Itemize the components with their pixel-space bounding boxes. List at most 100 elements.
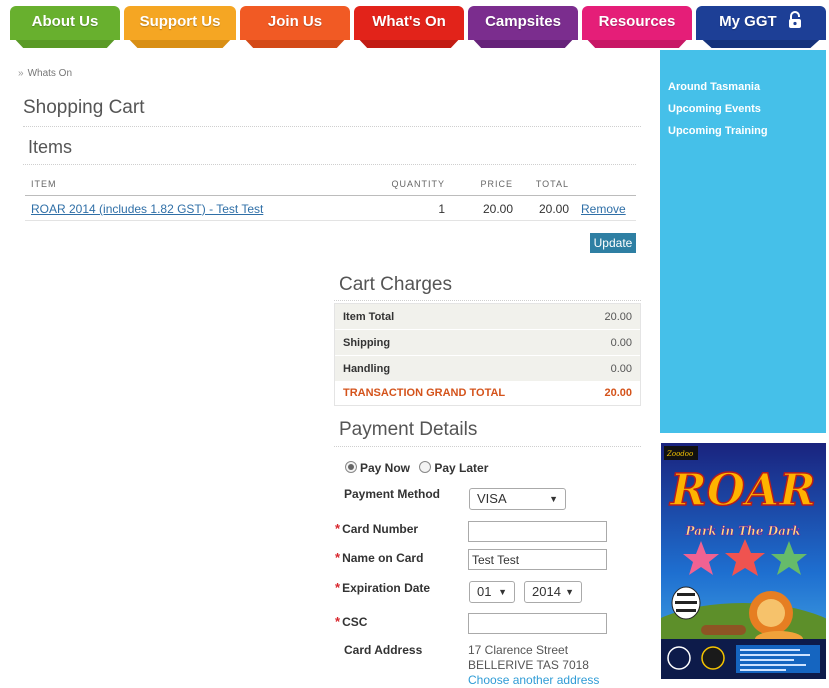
pay-later-option[interactable]: Pay Later: [419, 461, 488, 475]
required-marker: *: [335, 614, 341, 629]
lock-icon: [788, 11, 801, 29]
cart-charges-divider: [334, 300, 641, 301]
pay-now-radio[interactable]: [345, 461, 357, 473]
items-heading: Items: [28, 137, 73, 157]
sidebar-item-upcoming-events[interactable]: Upcoming Events: [668, 103, 761, 115]
expiry-year-select[interactable]: 2014 ▼: [524, 581, 582, 603]
item-price: 20.00: [451, 195, 519, 221]
breadcrumb-current[interactable]: Whats On: [28, 68, 72, 79]
col-item: ITEM: [25, 175, 367, 196]
expiry-month-value: 01: [477, 584, 492, 599]
tab-join-us[interactable]: Join Us: [240, 6, 350, 40]
card-address-label: Card Address: [344, 643, 422, 657]
item-name-cell: ROAR 2014 (includes 1.82 GST) - Test Tes…: [25, 195, 367, 221]
charge-value: 0.00: [610, 337, 632, 349]
tab-campsites[interactable]: Campsites: [468, 6, 578, 40]
items-divider: [23, 164, 636, 165]
address-line-1: 17 Clarence Street: [468, 643, 569, 657]
chevron-down-icon: ▼: [565, 587, 574, 597]
sidebar-item-around-tasmania[interactable]: Around Tasmania: [668, 81, 760, 93]
payment-method-value: VISA: [477, 491, 507, 506]
tab-resources[interactable]: Resources: [582, 6, 692, 40]
tab-join-us-label: Join Us: [267, 13, 323, 30]
payment-divider: [334, 446, 641, 447]
sidebar: Around Tasmania Upcoming Events Upcoming…: [660, 50, 826, 433]
poster-subtitle: Park in The Dark: [684, 524, 800, 538]
pay-later-radio[interactable]: [419, 461, 432, 473]
roar-event-poster[interactable]: Zoodoo ROAR Park in The Dark: [661, 443, 826, 679]
tab-support-us-label: Support Us: [139, 13, 221, 30]
col-action: [575, 175, 636, 196]
grand-total-value: 20.00: [604, 387, 632, 399]
items-table: ITEM QUANTITY PRICE TOTAL ROAR 2014 (inc…: [25, 175, 636, 221]
tab-about-us-label: About Us: [31, 13, 99, 30]
charge-value: 20.00: [604, 311, 632, 323]
tab-whats-on[interactable]: What's On: [354, 6, 464, 40]
charge-row-item-total: Item Total 20.00: [335, 304, 640, 330]
col-price: PRICE: [451, 175, 519, 196]
item-quantity: 1: [367, 195, 451, 221]
tab-resources-label: Resources: [598, 13, 676, 30]
item-total: 20.00: [519, 195, 575, 221]
charge-label: Shipping: [343, 337, 391, 349]
item-action-cell: Remove: [575, 195, 636, 221]
charge-value: 0.00: [610, 363, 632, 375]
items-table-header: ITEM QUANTITY PRICE TOTAL: [25, 175, 636, 196]
remove-link[interactable]: Remove: [581, 202, 626, 216]
chevron-down-icon: ▼: [498, 587, 507, 597]
col-quantity: QUANTITY: [367, 175, 451, 196]
choose-address-link[interactable]: Choose another address: [468, 673, 599, 687]
csc-label: * CSC: [335, 614, 367, 629]
required-marker: *: [335, 521, 341, 536]
pay-now-label: Pay Now: [360, 461, 411, 475]
charge-row-handling: Handling 0.00: [335, 356, 640, 382]
poster-brand: Zoodoo: [666, 450, 693, 458]
grand-total-label: TRANSACTION GRAND TOTAL: [343, 387, 506, 399]
tab-my-ggt-label: My GGT: [719, 13, 777, 30]
pay-now-option[interactable]: Pay Now: [345, 461, 410, 475]
pay-later-label: Pay Later: [434, 461, 489, 475]
poster-log: [701, 625, 746, 635]
payment-method-select[interactable]: VISA ▼: [469, 488, 566, 510]
poster-title: ROAR: [668, 465, 816, 516]
card-address: 17 Clarence Street BELLERIVE TAS 7018 Ch…: [468, 643, 599, 688]
expiry-month-select[interactable]: 01 ▼: [469, 581, 515, 603]
charge-row-grand-total: TRANSACTION GRAND TOTAL 20.00: [335, 382, 640, 405]
required-marker: *: [335, 550, 341, 565]
page-title: Shopping Cart: [23, 97, 145, 118]
cart-charges-table: Item Total 20.00 Shipping 0.00 Handling …: [334, 303, 641, 406]
cart-charges-heading: Cart Charges: [339, 274, 452, 295]
title-divider: [23, 126, 641, 127]
csc-label-text: CSC: [342, 615, 368, 629]
card-number-label: * Card Number: [335, 521, 418, 536]
charge-label: Item Total: [343, 311, 395, 323]
tab-support-us[interactable]: Support Us: [124, 6, 236, 40]
tab-whats-on-label: What's On: [372, 13, 446, 30]
card-number-input[interactable]: [468, 521, 607, 542]
expiration-date-label: * Expiration Date: [335, 580, 430, 595]
charge-label: Handling: [343, 363, 391, 375]
item-link[interactable]: ROAR 2014 (includes 1.82 GST) - Test Tes…: [31, 202, 263, 216]
main-navigation: About Us Support Us Join Us What's On Ca…: [0, 0, 829, 50]
csc-input[interactable]: [468, 613, 607, 634]
tab-my-ggt[interactable]: My GGT: [696, 6, 826, 40]
payment-method-label-text: Payment Method: [344, 487, 441, 501]
required-marker: *: [335, 580, 341, 595]
card-address-label-text: Card Address: [344, 643, 423, 657]
charge-row-shipping: Shipping 0.00: [335, 330, 640, 356]
name-on-card-label-text: Name on Card: [342, 551, 424, 565]
chevron-down-icon: ▼: [549, 494, 558, 504]
expiration-date-label-text: Expiration Date: [342, 581, 431, 595]
col-total: TOTAL: [519, 175, 575, 196]
poster-zebra: [671, 586, 701, 620]
address-line-2: BELLERIVE TAS 7018: [468, 658, 589, 672]
tab-campsites-label: Campsites: [485, 13, 561, 30]
sidebar-item-upcoming-training[interactable]: Upcoming Training: [668, 125, 768, 137]
table-row: ROAR 2014 (includes 1.82 GST) - Test Tes…: [25, 195, 636, 221]
tab-about-us[interactable]: About Us: [10, 6, 120, 40]
name-on-card-input[interactable]: [468, 549, 607, 570]
name-on-card-label: * Name on Card: [335, 550, 423, 565]
payment-details-heading: Payment Details: [339, 419, 478, 440]
update-button[interactable]: Update: [590, 233, 636, 253]
zoo-logo-icon: [701, 646, 725, 670]
